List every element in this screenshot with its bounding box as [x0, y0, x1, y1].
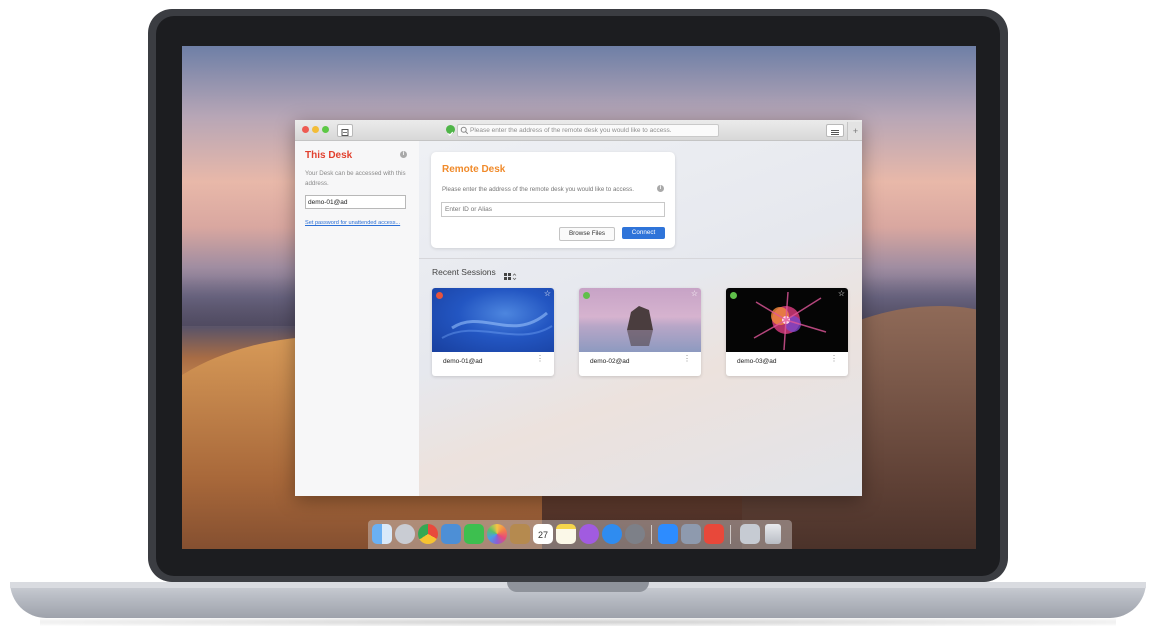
trash-icon[interactable] — [765, 524, 781, 544]
divider — [419, 258, 862, 259]
podcasts-icon[interactable] — [579, 524, 599, 544]
session-status-icon — [436, 292, 443, 299]
sidebar-toggle-button[interactable] — [337, 124, 353, 137]
session-card[interactable]: ☆ demo-03@ad ⋮ — [726, 288, 848, 376]
launchpad-icon[interactable] — [395, 524, 415, 544]
more-options-icon[interactable]: ⋮ — [683, 355, 691, 363]
grid-view-icon[interactable] — [504, 268, 517, 281]
calendar-icon[interactable]: 27 — [533, 524, 553, 544]
remote-desk-card: Remote Desk Please enter the address of … — [431, 152, 675, 248]
contacts-icon[interactable] — [510, 524, 530, 544]
preview-icon[interactable] — [441, 524, 461, 544]
set-password-link[interactable]: Set password for unattended access... — [305, 220, 400, 226]
notes-icon[interactable] — [556, 524, 576, 544]
photo-booth-icon[interactable] — [681, 524, 701, 544]
session-status-icon — [583, 292, 590, 299]
remote-desk-title: Remote Desk — [442, 164, 506, 175]
favorite-star-icon[interactable]: ☆ — [838, 289, 845, 298]
this-desk-description: Your Desk can be accessed with this addr… — [305, 170, 406, 187]
new-tab-button[interactable]: + — [847, 122, 862, 140]
finder-icon[interactable] — [372, 524, 392, 544]
downloads-icon[interactable] — [740, 524, 760, 544]
session-name: demo-02@ad — [590, 358, 630, 365]
browse-files-button[interactable]: Browse Files — [559, 227, 615, 241]
app-store-icon[interactable] — [602, 524, 622, 544]
chrome-icon[interactable] — [418, 524, 438, 544]
info-icon[interactable]: i — [657, 185, 664, 192]
facetime-icon[interactable] — [464, 524, 484, 544]
zoom-icon[interactable] — [658, 524, 678, 544]
minimize-window-button[interactable] — [312, 126, 319, 133]
remote-id-input[interactable] — [441, 202, 665, 217]
recent-sessions-title: Recent Sessions — [432, 267, 496, 277]
session-thumbnail — [579, 288, 701, 352]
connection-status-icon — [446, 125, 455, 137]
photos-icon[interactable] — [487, 524, 507, 544]
address-bar[interactable]: Please enter the address of the remote d… — [457, 124, 719, 137]
remote-desk-instruction: Please enter the address of the remote d… — [442, 186, 634, 193]
zoom-window-button[interactable] — [322, 126, 329, 133]
address-placeholder: Please enter the address of the remote d… — [470, 127, 672, 134]
main-panel: Remote Desk Please enter the address of … — [419, 141, 862, 496]
session-name: demo-01@ad — [443, 358, 483, 365]
favorite-star-icon[interactable]: ☆ — [691, 289, 698, 298]
laptop-notch — [507, 582, 649, 592]
session-card[interactable]: ☆ demo-02@ad ⋮ — [579, 288, 701, 376]
close-window-button[interactable] — [302, 126, 309, 133]
dock: 27 — [368, 520, 792, 549]
session-card[interactable]: ☆ demo-01@ad ⋮ — [432, 288, 554, 376]
laptop-shadow — [40, 618, 1116, 626]
anydesk-icon[interactable] — [704, 524, 724, 544]
title-bar: Please enter the address of the remote d… — [295, 120, 862, 141]
session-status-icon — [730, 292, 737, 299]
info-icon[interactable]: i — [400, 151, 407, 158]
session-name: demo-03@ad — [737, 358, 777, 365]
hamburger-menu-icon — [831, 130, 839, 135]
dock-separator — [651, 525, 652, 544]
main-menu-button[interactable] — [826, 124, 844, 137]
sidebar-icon — [341, 129, 349, 136]
favorite-star-icon[interactable]: ☆ — [544, 289, 551, 298]
session-thumbnail — [432, 288, 554, 352]
system-preferences-icon[interactable] — [625, 524, 645, 544]
session-thumbnail — [726, 288, 848, 352]
more-options-icon[interactable]: ⋮ — [536, 355, 544, 363]
dock-separator — [730, 525, 731, 544]
this-desk-address[interactable]: demo-01@ad — [305, 195, 406, 209]
connect-button[interactable]: Connect — [622, 227, 665, 239]
this-desk-sidebar: This Desk i Your Desk can be accessed wi… — [295, 141, 420, 496]
this-desk-title: This Desk — [305, 150, 353, 161]
more-options-icon[interactable]: ⋮ — [830, 355, 838, 363]
anydesk-window: Please enter the address of the remote d… — [295, 120, 862, 496]
search-icon — [460, 126, 469, 135]
